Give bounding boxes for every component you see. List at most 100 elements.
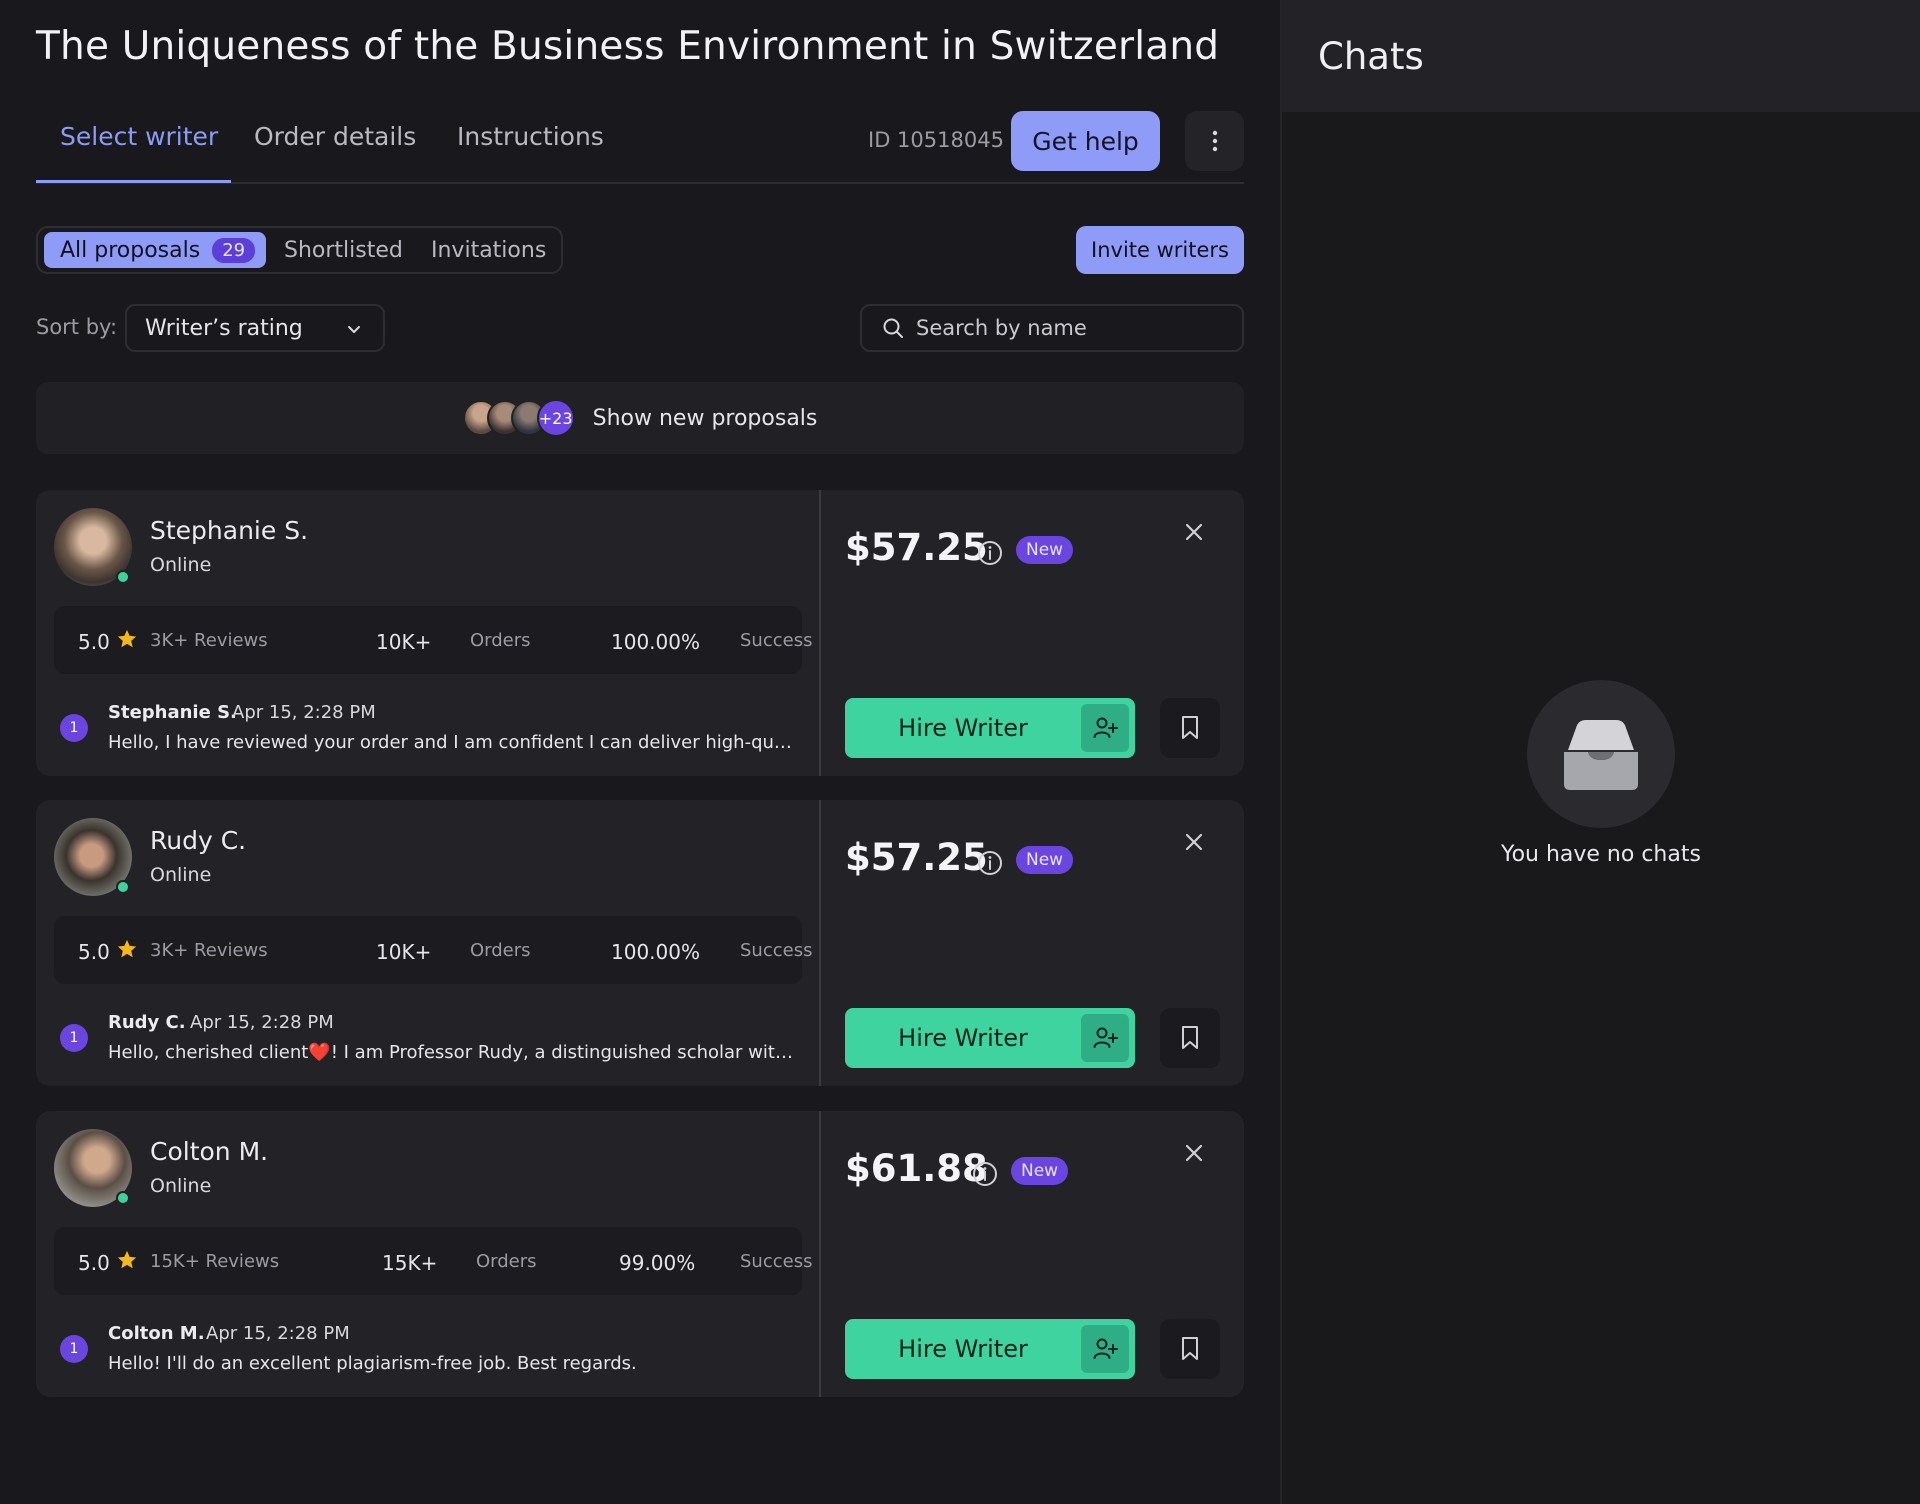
rating-value: 5.0 (78, 1251, 110, 1275)
message-count-badge: 1 (60, 1024, 88, 1052)
filter-invitations[interactable]: Invitations (431, 238, 546, 263)
writer-stats: 5.0 3K+ Reviews 10K+ Orders 100.00% Succ… (54, 916, 812, 984)
success-label: Success (740, 940, 813, 961)
writer-stats: 5.0 3K+ Reviews 10K+ Orders 100.00% Succ… (54, 606, 812, 674)
chats-header: Chats (1282, 0, 1920, 112)
chats-title: Chats (1318, 34, 1424, 78)
card-divider (819, 800, 821, 1086)
writer-card: Rudy C. Online 5.0 3K+ Reviews 10K+ Orde… (36, 800, 1244, 1086)
tab-select-writer[interactable]: Select writer (60, 122, 218, 151)
info-icon[interactable] (977, 540, 1003, 566)
search-input[interactable] (916, 316, 1216, 340)
add-user-icon (1081, 1014, 1129, 1062)
bookmark-button[interactable] (1160, 1008, 1220, 1068)
card-divider (819, 490, 821, 776)
close-icon[interactable] (1182, 1141, 1206, 1165)
reviews-count: 3K+ Reviews (150, 630, 268, 651)
writer-status: Online (150, 1175, 212, 1197)
message-author: Rudy C. (108, 1012, 186, 1033)
tab-order-details[interactable]: Order details (254, 122, 416, 151)
message-count-badge: 1 (60, 1335, 88, 1363)
tab-instructions[interactable]: Instructions (457, 122, 604, 151)
orders-value: 10K+ (376, 630, 432, 654)
bid-price: $61.88 (845, 1147, 988, 1190)
new-badge: New (1016, 536, 1074, 564)
message-time: Apr 15, 2:28 PM (206, 1323, 350, 1344)
message-time: Apr 15, 2:28 PM (232, 702, 376, 723)
writer-stats: 5.0 15K+ Reviews 15K+ Orders 99.00% Succ… (54, 1227, 812, 1295)
star-icon (117, 1250, 137, 1269)
search-box[interactable] (860, 304, 1244, 352)
new-badge: New (1016, 846, 1074, 874)
star-icon (117, 629, 137, 648)
bookmark-icon (1182, 716, 1198, 739)
more-options-button[interactable] (1185, 111, 1244, 171)
page-title: The Uniqueness of the Business Environme… (36, 24, 1220, 69)
chats-panel: Chats You have no chats (1280, 0, 1920, 1504)
message-author: Stephanie S. (108, 702, 237, 723)
writer-card: Stephanie S. Online 5.0 3K+ Reviews 10K+… (36, 490, 1244, 776)
new-badge: New (1011, 1157, 1069, 1185)
writer-status: Online (150, 864, 212, 886)
main-panel: The Uniqueness of the Business Environme… (0, 0, 1280, 1504)
message-preview[interactable]: Hello, cherished client❤️! I am Professo… (108, 1042, 798, 1063)
rating-value: 5.0 (78, 630, 110, 654)
filter-all-proposals[interactable]: All proposals 29 (44, 232, 266, 268)
writer-card: Colton M. Online 5.0 15K+ Reviews 15K+ O… (36, 1111, 1244, 1397)
extra-count-badge: +23 (536, 399, 575, 437)
order-id: ID 10518045 (868, 128, 1004, 152)
hire-writer-button[interactable]: Hire Writer (845, 698, 1135, 758)
sort-label: Sort by: (36, 315, 118, 339)
bid-price: $57.25 (845, 836, 988, 879)
card-divider (819, 1111, 821, 1397)
message-count-badge: 1 (60, 714, 88, 742)
get-help-button[interactable]: Get help (1011, 111, 1160, 171)
online-indicator (116, 570, 130, 584)
hire-writer-button[interactable]: Hire Writer (845, 1319, 1135, 1379)
success-label: Success (740, 1251, 813, 1272)
hire-writer-label: Hire Writer (898, 714, 1028, 742)
writer-status: Online (150, 554, 212, 576)
invite-writers-button[interactable]: Invite writers (1076, 226, 1244, 274)
bookmark-button[interactable] (1160, 1319, 1220, 1379)
message-author: Colton M. (108, 1323, 205, 1344)
show-new-proposals-label: Show new proposals (592, 405, 818, 431)
orders-value: 15K+ (382, 1251, 438, 1275)
chevron-down-icon (348, 326, 360, 333)
add-user-icon (1081, 1325, 1129, 1373)
reviews-count: 15K+ Reviews (150, 1251, 280, 1272)
sort-value: Writer’s rating (145, 315, 303, 341)
orders-value: 10K+ (376, 940, 432, 964)
new-proposal-avatars: +23 (462, 399, 575, 437)
writer-name[interactable]: Stephanie S. (150, 516, 308, 545)
bookmark-icon (1182, 1337, 1198, 1360)
more-vertical-icon (1212, 130, 1217, 152)
sort-select[interactable]: Writer’s rating (125, 304, 385, 352)
orders-label: Orders (470, 630, 531, 651)
info-icon[interactable] (972, 1161, 998, 1187)
message-preview[interactable]: Hello! I'll do an excellent plagiarism-f… (108, 1353, 798, 1374)
bookmark-icon (1182, 1026, 1198, 1049)
inbox-icon (1527, 680, 1675, 828)
active-tab-indicator (36, 180, 231, 183)
success-value: 100.00% (611, 630, 700, 654)
rating-value: 5.0 (78, 940, 110, 964)
proposal-filter-group: All proposals 29 Shortlisted Invitations (36, 226, 563, 274)
close-icon[interactable] (1182, 520, 1206, 544)
info-icon[interactable] (977, 850, 1003, 876)
orders-label: Orders (476, 1251, 537, 1272)
filter-shortlisted[interactable]: Shortlisted (284, 238, 403, 263)
online-indicator (116, 880, 130, 894)
show-new-proposals-bar[interactable]: +23 Show new proposals (36, 382, 1244, 454)
hire-writer-button[interactable]: Hire Writer (845, 1008, 1135, 1068)
add-user-icon (1081, 704, 1129, 752)
close-icon[interactable] (1182, 830, 1206, 854)
writer-name[interactable]: Colton M. (150, 1137, 268, 1166)
search-icon (883, 318, 903, 338)
orders-label: Orders (470, 940, 531, 961)
star-icon (117, 939, 137, 958)
filter-all-proposals-label: All proposals (60, 237, 201, 263)
bookmark-button[interactable] (1160, 698, 1220, 758)
message-preview[interactable]: Hello, I have reviewed your order and I … (108, 732, 798, 753)
writer-name[interactable]: Rudy C. (150, 826, 246, 855)
